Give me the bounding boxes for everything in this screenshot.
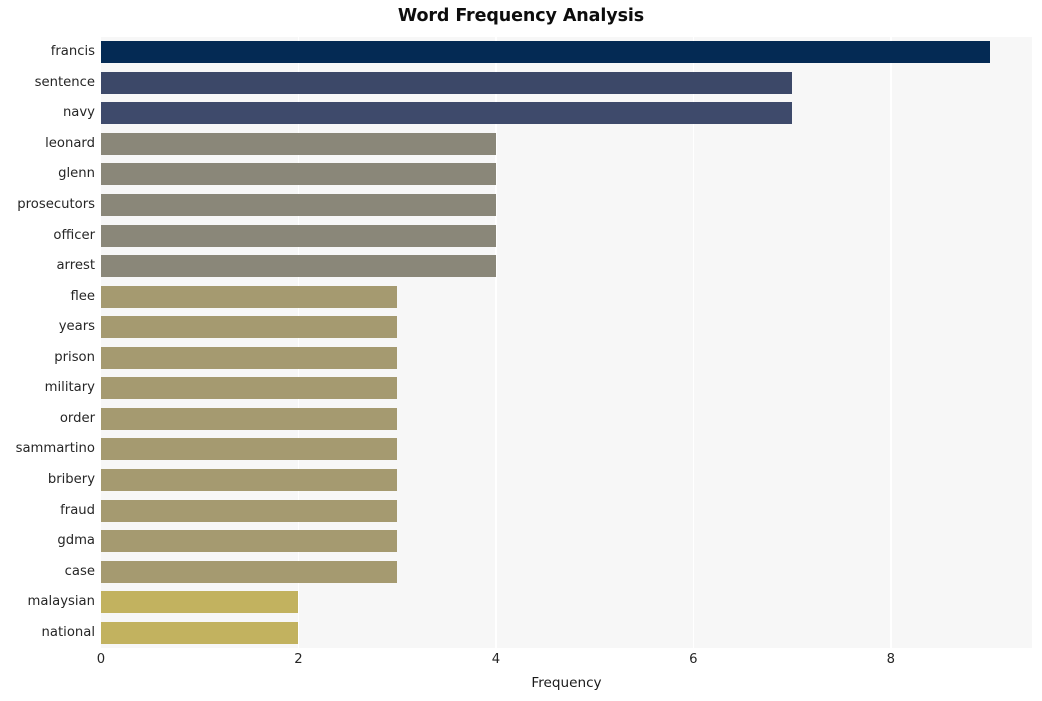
y-tick-label: bribery bbox=[47, 471, 95, 487]
bar[interactable] bbox=[101, 285, 398, 308]
bar-row[interactable] bbox=[101, 102, 1032, 125]
x-tick-label: 0 bbox=[96, 652, 106, 667]
y-tick-label: arrest bbox=[56, 258, 95, 274]
bar-row[interactable] bbox=[101, 621, 1032, 644]
x-tick-label: 4 bbox=[491, 652, 501, 667]
bar-row[interactable] bbox=[101, 194, 1032, 217]
y-tick-label: fraud bbox=[60, 502, 95, 518]
bar[interactable] bbox=[101, 377, 398, 400]
y-tick-label: prosecutors bbox=[17, 197, 95, 213]
x-tick-label: 2 bbox=[294, 652, 303, 667]
bar[interactable] bbox=[101, 591, 299, 614]
bar-row[interactable] bbox=[101, 530, 1032, 553]
bar-row[interactable] bbox=[101, 377, 1032, 400]
grid-line bbox=[692, 37, 695, 648]
y-tick-label: navy bbox=[62, 105, 95, 121]
bar[interactable] bbox=[101, 499, 398, 522]
bar[interactable] bbox=[101, 224, 496, 247]
y-tick-label: flee bbox=[70, 288, 95, 304]
y-tick-label: francis bbox=[50, 44, 95, 60]
bar-row[interactable] bbox=[101, 468, 1032, 491]
bar[interactable] bbox=[101, 102, 793, 125]
bar[interactable] bbox=[101, 560, 398, 583]
x-tick-label: 6 bbox=[689, 652, 698, 667]
bar[interactable] bbox=[101, 530, 398, 553]
y-axis-tick-labels: francis sentence navy leonard glenn prosecuto… bbox=[0, 37, 95, 648]
bar[interactable] bbox=[101, 194, 496, 217]
bar[interactable] bbox=[101, 621, 299, 644]
bar-row[interactable] bbox=[101, 163, 1032, 186]
bar[interactable] bbox=[101, 132, 496, 155]
bar-row[interactable] bbox=[101, 438, 1032, 461]
y-tick-label: gdma bbox=[57, 533, 95, 549]
y-tick-label: malaysian bbox=[27, 594, 95, 610]
bar-row[interactable] bbox=[101, 499, 1032, 522]
bar-row[interactable] bbox=[101, 285, 1032, 308]
grid-line bbox=[495, 37, 497, 648]
bar-row[interactable] bbox=[101, 346, 1032, 369]
grid-line bbox=[297, 37, 300, 648]
word-frequency-chart: Word Frequency Analysis francis sentence n… bbox=[0, 0, 1042, 701]
y-tick-label: sentence bbox=[34, 74, 95, 90]
bar[interactable] bbox=[101, 346, 398, 369]
plot-area bbox=[101, 37, 1032, 648]
x-axis-tick-labels: 0 2 4 6 8 bbox=[0, 652, 1042, 672]
bar-row[interactable] bbox=[101, 255, 1032, 278]
y-tick-label: order bbox=[59, 410, 95, 426]
bar-row[interactable] bbox=[101, 560, 1032, 583]
bar[interactable] bbox=[101, 316, 398, 339]
bar-row[interactable] bbox=[101, 71, 1032, 94]
bar[interactable] bbox=[101, 438, 398, 461]
y-tick-label: military bbox=[44, 380, 95, 396]
bar[interactable] bbox=[101, 71, 793, 94]
y-tick-label: leonard bbox=[45, 135, 95, 151]
grid-line bbox=[890, 37, 892, 648]
bar-row[interactable] bbox=[101, 316, 1032, 339]
bar[interactable] bbox=[101, 255, 496, 278]
bar[interactable] bbox=[101, 407, 398, 430]
bar-row[interactable] bbox=[101, 132, 1032, 155]
y-tick-label: prison bbox=[54, 349, 95, 365]
bar-row[interactable] bbox=[101, 224, 1032, 247]
y-tick-label: sammartino bbox=[15, 441, 95, 457]
y-tick-label: national bbox=[41, 624, 95, 640]
x-tick-label: 8 bbox=[886, 652, 896, 667]
chart-title: Word Frequency Analysis bbox=[397, 6, 645, 26]
bar-row[interactable] bbox=[101, 41, 1032, 64]
y-tick-label: years bbox=[58, 319, 95, 335]
y-tick-label: glenn bbox=[58, 166, 95, 182]
bar-row[interactable] bbox=[101, 407, 1032, 430]
bar[interactable] bbox=[101, 468, 398, 491]
y-tick-label: case bbox=[64, 563, 95, 579]
bar-row[interactable] bbox=[101, 591, 1032, 614]
bar[interactable] bbox=[101, 163, 496, 186]
y-tick-label: officer bbox=[53, 227, 95, 243]
x-axis-title: Frequency bbox=[531, 675, 602, 691]
bar[interactable] bbox=[101, 41, 990, 64]
